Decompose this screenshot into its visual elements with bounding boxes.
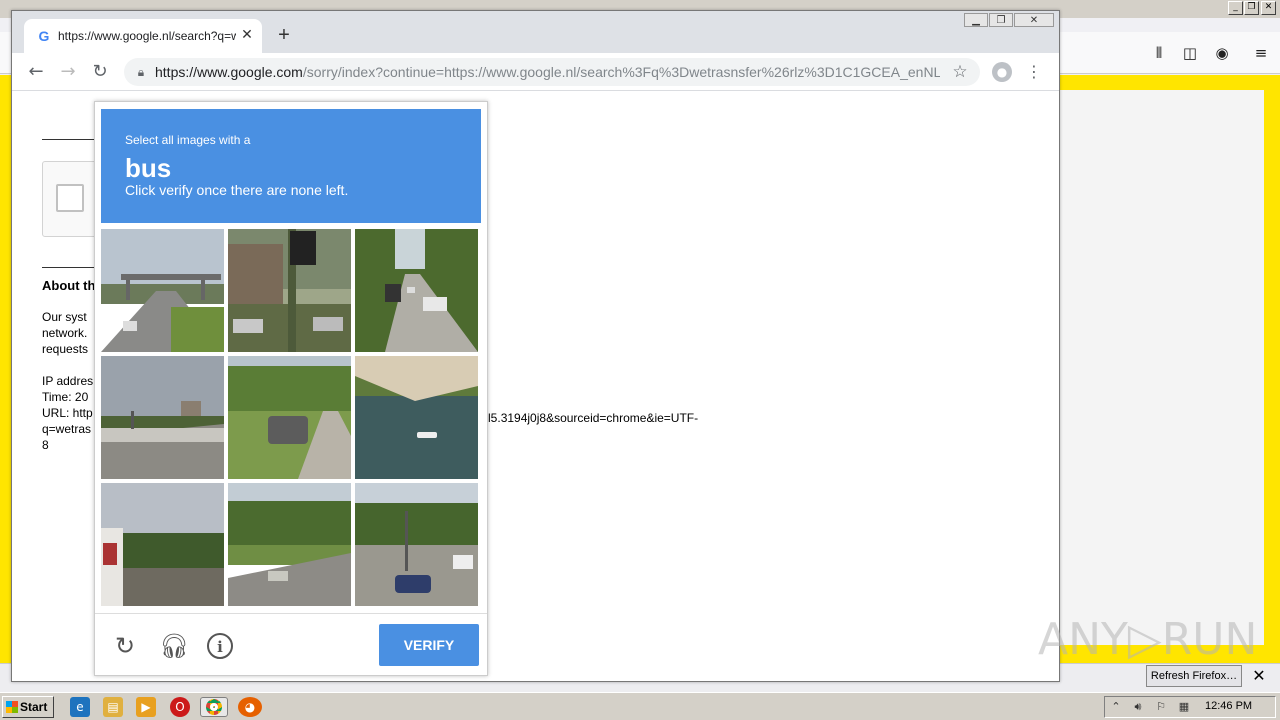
recaptcha-checkbox[interactable] — [56, 184, 84, 212]
image-tile-car-on-grass[interactable] — [228, 356, 351, 479]
url-text[interactable]: https://www.google.com/sorry/index?conti… — [155, 64, 940, 80]
challenge-subtext: Click verify once there are none left. — [125, 182, 349, 198]
start-button[interactable]: Start — [2, 696, 54, 718]
tab-strip: G https://www.google.nl/search?q=wetrasn… — [12, 11, 1059, 53]
account-icon[interactable]: ◉ — [1213, 44, 1231, 62]
verify-button[interactable]: VERIFY — [379, 624, 479, 666]
challenge-instruction: Select all images with a — [125, 133, 251, 147]
close-icon[interactable]: ✕ — [1250, 667, 1268, 685]
chrome-menu-icon[interactable]: ⋮ — [1026, 62, 1042, 82]
taskbar-clock[interactable]: 12:46 PM — [1205, 700, 1252, 712]
forward-icon[interactable]: → — [57, 61, 79, 83]
volume-icon[interactable]: 🔊︎ — [1130, 699, 1146, 715]
opera-icon[interactable]: O — [170, 697, 190, 717]
tab-close-icon[interactable]: ✕ — [239, 27, 255, 43]
address-bar[interactable]: 🔒︎ https://www.google.com/sorry/index?co… — [124, 58, 980, 86]
ie-icon[interactable]: e — [70, 697, 90, 717]
reload-icon[interactable]: ↻ — [89, 61, 111, 83]
tray-expand-icon[interactable]: ⌃ — [1108, 699, 1124, 715]
restore-icon[interactable]: ❐ — [989, 13, 1013, 27]
minimize-icon[interactable]: ▁ — [964, 13, 988, 27]
explorer-icon[interactable]: ▤ — [103, 697, 123, 717]
query-line: q=wetras — [42, 422, 92, 436]
about-heading: About th — [42, 278, 96, 293]
bookmark-star-icon[interactable]: ☆ — [950, 62, 970, 82]
image-tile-tree-road[interactable] — [355, 229, 478, 352]
profile-avatar-icon[interactable]: ● — [992, 62, 1012, 82]
system-tray: ⌃ 🔊︎ ⚐ ▦ 12:46 PM — [1104, 696, 1276, 718]
body-text-line: requests — [42, 342, 89, 356]
menu-icon[interactable]: ≡ — [1252, 44, 1270, 62]
reload-challenge-icon[interactable]: ↻ — [111, 632, 139, 660]
audio-challenge-icon[interactable]: 🎧︎ — [159, 632, 189, 660]
recaptcha-challenge: Select all images with a bus Click verif… — [94, 101, 488, 676]
tab-title: https://www.google.nl/search?q=wetrasnsf… — [58, 29, 236, 43]
firefox-icon[interactable]: ◕ — [238, 697, 262, 717]
image-tile-traffic-light[interactable] — [228, 229, 351, 352]
challenge-header: Select all images with a bus Click verif… — [101, 109, 481, 223]
media-player-icon[interactable]: ▶ — [136, 697, 156, 717]
firefox-content-panel — [1060, 90, 1264, 645]
google-favicon-icon: G — [38, 28, 50, 44]
time-line: Time: 20 — [42, 390, 89, 404]
close-icon[interactable]: ✕ — [1014, 13, 1054, 27]
image-tile-grid — [101, 229, 481, 609]
image-tile-truck-trees[interactable] — [101, 483, 224, 606]
divider — [42, 267, 102, 268]
close-icon[interactable]: ✕ — [1261, 1, 1276, 15]
restore-icon[interactable]: ❐ — [1244, 1, 1259, 15]
anyrun-watermark: ANY▷RUN — [1038, 614, 1258, 665]
action-center-flag-icon[interactable]: ⚐ — [1153, 699, 1169, 715]
recaptcha-widget — [42, 161, 102, 237]
body-text-line: network. — [42, 326, 88, 340]
chrome-toolbar: ← → ↻ 🔒︎ https://www.google.com/sorry/in… — [12, 53, 1059, 91]
network-icon[interactable]: ▦ — [1176, 699, 1192, 715]
back-icon[interactable]: ← — [25, 61, 47, 83]
url-line: URL: http — [42, 406, 93, 420]
url-path: /sorry/index?continue=https://www.google… — [302, 64, 940, 80]
challenge-keyword: bus — [125, 153, 172, 183]
library-icon[interactable]: ⫴ — [1150, 44, 1168, 62]
chrome-icon[interactable] — [200, 697, 228, 717]
image-tile-intersection[interactable] — [355, 483, 478, 606]
body-text-line: Our syst — [42, 310, 87, 324]
url-host: https://www.google.com — [155, 64, 303, 80]
divider — [42, 139, 102, 140]
windows-taskbar: Start e ▤ ▶ O ◕ ⌃ 🔊︎ ⚐ ▦ 12:46 PM — [0, 692, 1280, 720]
start-label: Start — [20, 700, 48, 714]
image-tile-overpass[interactable] — [101, 356, 224, 479]
sidebar-icon[interactable]: ◫ — [1181, 44, 1199, 62]
image-tile-highway[interactable] — [101, 229, 224, 352]
ip-address-line: IP addres — [42, 374, 94, 388]
lock-icon: 🔒︎ — [137, 65, 145, 79]
url-continuation-line: 8 — [42, 438, 49, 452]
info-icon[interactable]: i — [207, 633, 233, 659]
url-tail-text: 7j0l5.3194j0j8&sourceid=chrome&ie=UTF- — [472, 411, 699, 425]
minimize-icon[interactable]: _ — [1228, 1, 1243, 15]
image-tile-street-trees[interactable] — [228, 483, 351, 606]
windows-logo-icon — [6, 701, 18, 713]
new-tab-icon[interactable]: + — [274, 25, 294, 45]
tab-google-search[interactable]: G https://www.google.nl/search?q=wetrasn… — [24, 19, 262, 53]
image-tile-river-boat[interactable] — [355, 356, 478, 479]
challenge-footer: ↻ 🎧︎ i VERIFY — [95, 613, 487, 675]
